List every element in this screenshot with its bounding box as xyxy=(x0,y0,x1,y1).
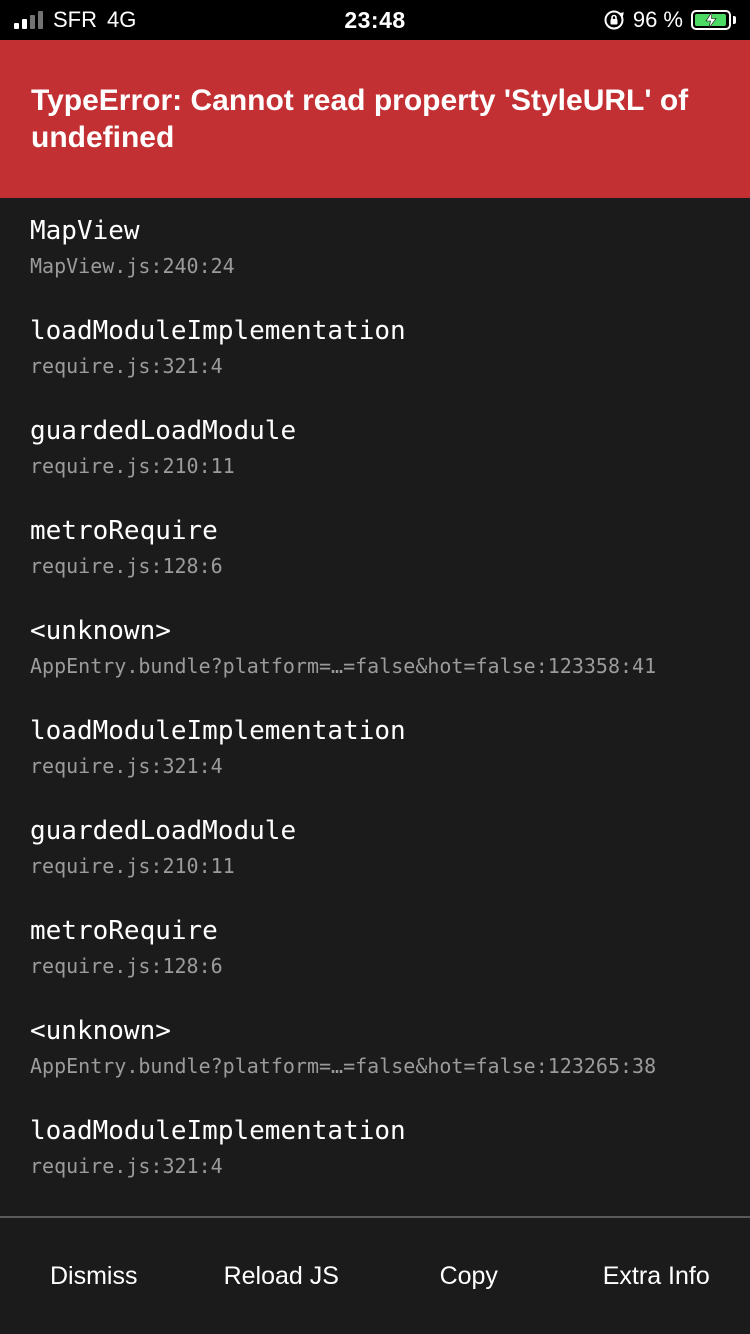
frame-location: require.js:210:11 xyxy=(30,854,235,878)
carrier-label: SFR xyxy=(53,7,97,32)
battery-percent: 96 % xyxy=(632,7,683,32)
frame-name: loadModuleImplementation xyxy=(30,716,406,746)
frame-name: metroRequire xyxy=(30,516,218,546)
status-right: 96 % xyxy=(516,7,736,33)
frame-name: loadModuleImplementation xyxy=(30,316,406,346)
stack-frame[interactable]: MapView MapView.js:240:24 xyxy=(30,212,750,312)
error-header: TypeError: Cannot read property 'StyleUR… xyxy=(0,40,750,198)
stack-frame[interactable]: guardedLoadModule require.js:210:11 xyxy=(30,412,750,512)
stack-trace-list[interactable]: MapView MapView.js:240:24 loadModuleImpl… xyxy=(0,198,750,1216)
frame-location: AppEntry.bundle?platform=…=false&hot=fal… xyxy=(30,1054,657,1078)
frame-name: <unknown> xyxy=(30,1016,171,1046)
frame-name: loadModuleImplementation xyxy=(30,1116,406,1146)
action-toolbar: Dismiss Reload JS Copy Extra Info xyxy=(0,1216,750,1334)
reload-js-button[interactable]: Reload JS xyxy=(188,1218,376,1334)
signal-strength-icon xyxy=(14,11,43,29)
frame-location: MapView.js:240:24 xyxy=(30,254,235,278)
stack-frame[interactable]: loadModuleImplementation require.js:321:… xyxy=(30,712,750,812)
status-bar: SFR 4G 23:48 96 % xyxy=(0,0,750,40)
copy-button[interactable]: Copy xyxy=(375,1218,563,1334)
stack-frame[interactable]: loadModuleImplementation require.js:321:… xyxy=(30,312,750,412)
frame-name: guardedLoadModule xyxy=(30,416,297,446)
frame-name: MapView xyxy=(30,216,140,246)
stack-frame[interactable]: <unknown> AppEntry.bundle?platform=…=fal… xyxy=(30,612,750,712)
battery-icon xyxy=(690,10,736,30)
frame-location: require.js:128:6 xyxy=(30,554,223,578)
stack-frame[interactable]: guardedLoadModule require.js:210:11 xyxy=(30,812,750,912)
clock: 23:48 xyxy=(344,6,406,33)
frame-location: require.js:321:4 xyxy=(30,1154,223,1178)
frame-name: metroRequire xyxy=(30,916,218,946)
frame-location: require.js:321:4 xyxy=(30,354,223,378)
frame-location: AppEntry.bundle?platform=…=false&hot=fal… xyxy=(30,654,657,678)
frame-name: guardedLoadModule xyxy=(30,816,297,846)
dismiss-button[interactable]: Dismiss xyxy=(0,1218,188,1334)
frame-location: require.js:321:4 xyxy=(30,754,223,778)
frame-name: <unknown> xyxy=(30,616,171,646)
stack-frame[interactable]: metroRequire require.js:128:6 xyxy=(30,912,750,1012)
stack-frame[interactable]: metroRequire require.js:128:6 xyxy=(30,512,750,612)
stack-frame[interactable]: <unknown> AppEntry.bundle?platform=…=fal… xyxy=(30,1012,750,1112)
network-label: 4G xyxy=(107,7,137,32)
frame-location: require.js:128:6 xyxy=(30,954,223,978)
orientation-lock-icon xyxy=(604,10,624,30)
charging-bolt-icon xyxy=(705,12,717,28)
stack-frame[interactable]: loadModuleImplementation require.js:321:… xyxy=(30,1112,750,1212)
redbox-error-screen: SFR 4G 23:48 96 % TypeError: Cannot read… xyxy=(0,0,750,1334)
error-title: TypeError: Cannot read property 'StyleUR… xyxy=(31,84,689,154)
status-left: SFR 4G xyxy=(14,7,234,33)
frame-location: require.js:210:11 xyxy=(30,454,235,478)
extra-info-button[interactable]: Extra Info xyxy=(563,1218,750,1334)
